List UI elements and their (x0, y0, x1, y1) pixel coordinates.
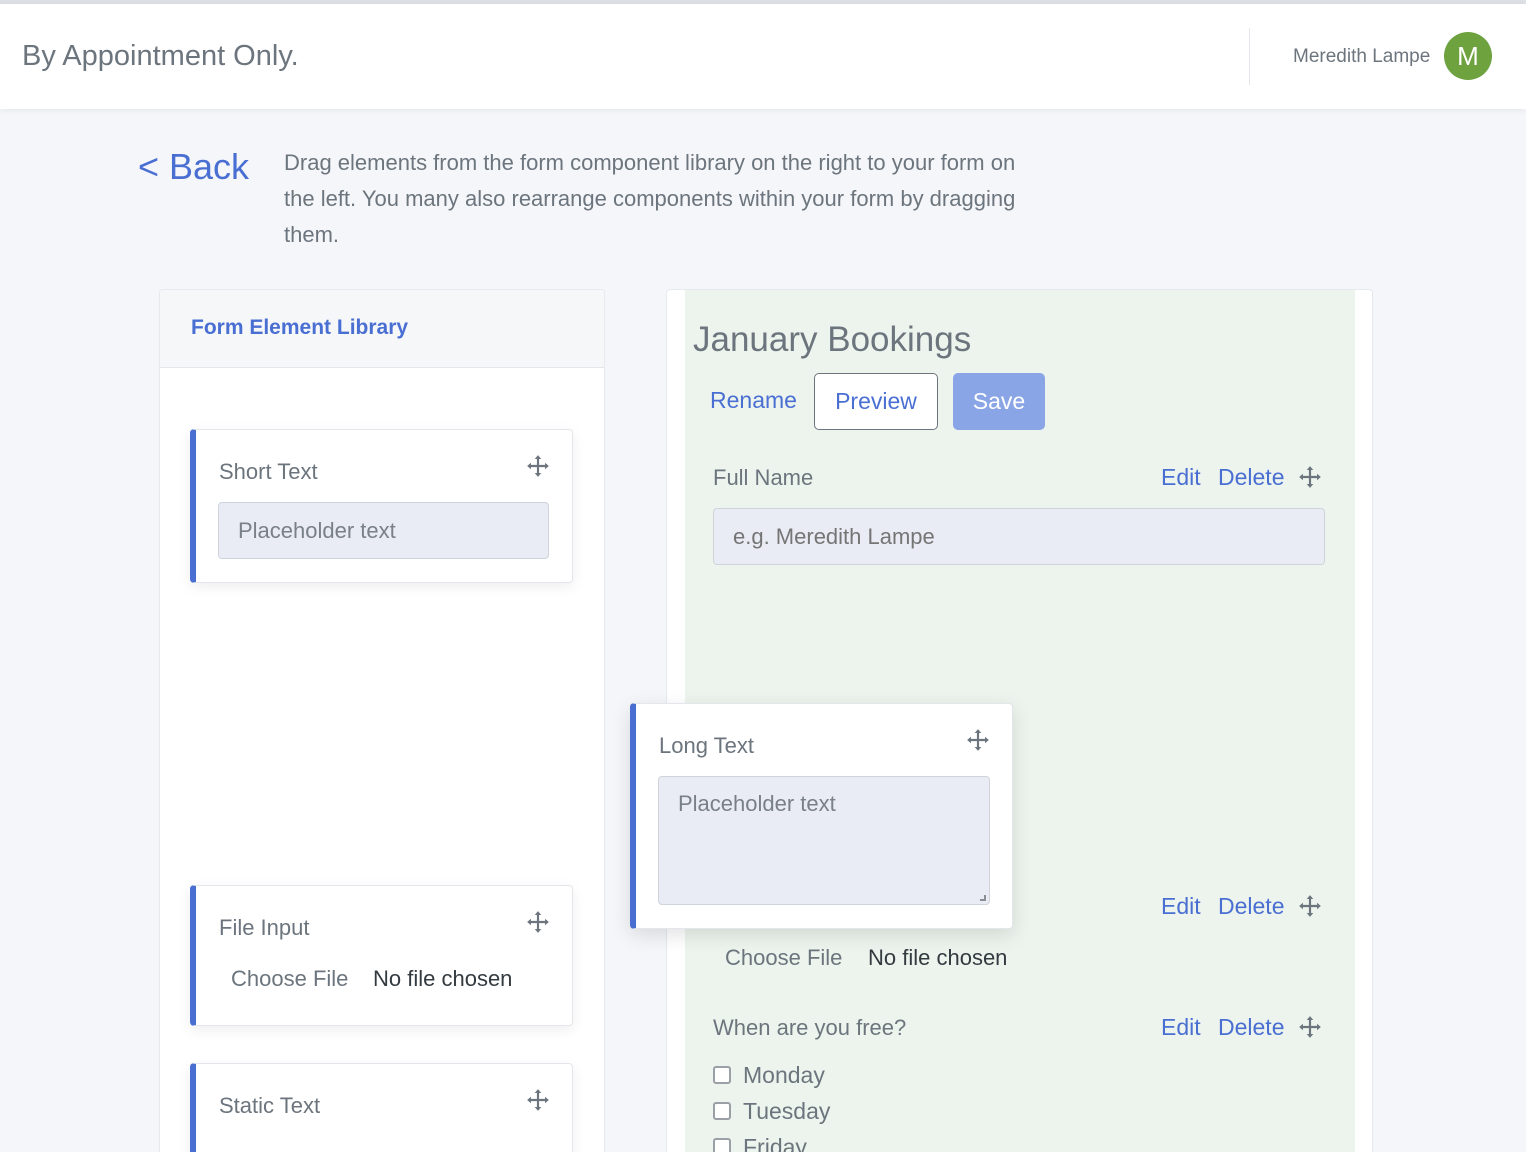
form-title: January Bookings (693, 320, 972, 359)
move-icon[interactable] (1297, 464, 1323, 490)
checkbox-label: Monday (743, 1062, 825, 1088)
dragging-item-long-text[interactable]: Long Text Placeholder text (630, 703, 1013, 929)
library-item-title: Long Text (659, 733, 755, 758)
edit-field-button[interactable]: Edit (1161, 464, 1201, 491)
checkbox-monday[interactable] (713, 1066, 731, 1084)
instructions-text: Drag elements from the form component li… (284, 150, 1016, 247)
user-name[interactable]: Meredith Lampe (1293, 46, 1430, 68)
full-name-input[interactable] (713, 508, 1325, 565)
library-title: Form Element Library (191, 316, 409, 339)
file-status: No file chosen (868, 945, 1008, 970)
avatar[interactable]: M (1444, 32, 1492, 80)
long-text-preview-textarea: Placeholder text (658, 776, 990, 905)
preview-button[interactable]: Preview (814, 373, 938, 430)
save-button[interactable]: Save (953, 373, 1045, 430)
library-header: Form Element Library (160, 290, 604, 368)
checkbox-label: Tuesday (743, 1098, 831, 1124)
header-divider (1249, 28, 1250, 85)
move-icon[interactable] (525, 453, 551, 479)
move-icon[interactable] (525, 909, 551, 935)
move-icon[interactable] (965, 727, 991, 753)
field-label: Full Name (713, 465, 814, 490)
edit-field-button[interactable]: Edit (1161, 1014, 1201, 1041)
checkbox-tuesday[interactable] (713, 1102, 731, 1120)
library-item-short-text[interactable]: Short Text Placeholder text (190, 429, 573, 583)
resize-handle-icon (980, 895, 986, 901)
library-item-title: File Input (219, 915, 310, 940)
delete-field-button[interactable]: Delete (1218, 464, 1284, 491)
move-icon[interactable] (1297, 1014, 1323, 1040)
checkbox-label: Friday (743, 1134, 807, 1152)
choose-file-button[interactable]: Choose File (231, 966, 348, 992)
library-item-title: Short Text (219, 459, 318, 484)
textarea-placeholder: Placeholder text (678, 791, 836, 816)
move-icon[interactable] (525, 1087, 551, 1113)
move-icon[interactable] (1297, 893, 1323, 919)
rename-button[interactable]: Rename (710, 387, 797, 414)
field-label: When are you free? (713, 1015, 907, 1040)
brand-title[interactable]: By Appointment Only. (22, 40, 299, 73)
library-item-file-input[interactable]: File Input Choose File No file chosen (190, 885, 573, 1026)
short-text-preview-input: Placeholder text (218, 502, 549, 559)
delete-field-button[interactable]: Delete (1218, 1014, 1284, 1041)
checkbox-friday[interactable] (713, 1138, 731, 1152)
delete-field-button[interactable]: Delete (1218, 893, 1284, 920)
app-header: By Appointment Only. Meredith Lampe M (0, 4, 1526, 109)
edit-field-button[interactable]: Edit (1161, 893, 1201, 920)
back-link[interactable]: < Back (138, 146, 249, 188)
file-status: No file chosen (373, 966, 513, 991)
library-item-title: Static Text (219, 1093, 321, 1118)
choose-file-button[interactable]: Choose File (725, 945, 842, 971)
library-item-static-text[interactable]: Static Text (190, 1063, 573, 1152)
